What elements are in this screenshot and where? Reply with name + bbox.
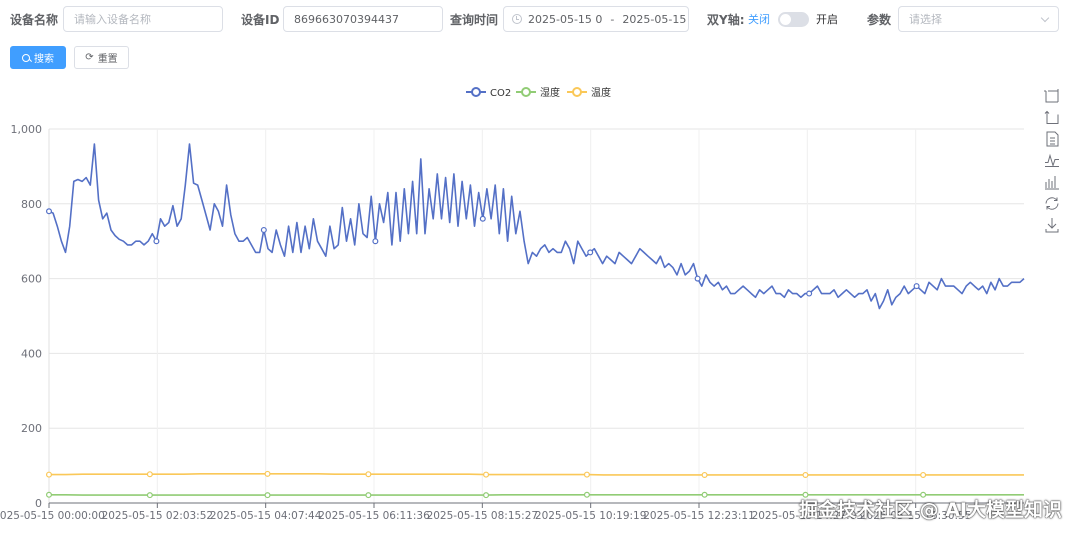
refresh-icon: ⟳ [85,51,94,63]
data-point [264,492,271,499]
data-point [260,226,267,233]
legend-marker [521,87,531,97]
zoom-path [1044,89,1059,103]
param-label: 参数 [867,13,892,27]
device-id-value: 869663070394437 [294,12,399,26]
y-tick-label: 600 [21,273,42,286]
line-chart-icon[interactable] [1045,153,1059,168]
x-tick-label: 2025-05-15 04:07:44 [210,510,322,522]
data-point [701,471,708,478]
search-icon [22,53,30,62]
x-tick-label: 2025-05-15 10:19:19 [535,510,647,522]
data-point [146,492,153,499]
dual-y-on-label: 开启 [816,13,838,26]
data-view-path [1046,131,1059,147]
zoom-reset-icon[interactable] [1044,110,1059,124]
y-tick-label: 400 [21,347,42,360]
toolbox [1044,89,1059,233]
data-point [587,249,594,256]
series-line-温度 [49,472,1024,476]
data-point [583,491,590,498]
search-button-label: 搜索 [34,54,54,65]
x-tick-label: 2025-05-15 02:03:52 [102,510,214,522]
data-point [701,491,708,498]
dual-y-off-label: 关闭 [748,13,770,26]
legend-label: CO2 [490,88,511,99]
data-point [920,471,927,478]
x-tick-label: 2025-05-15 00:00:00 [0,510,105,522]
data-point [372,238,379,245]
data-point [694,275,701,282]
data-point [483,471,490,478]
x-tick-label: 2025-05-15 06:11:36 [318,510,430,522]
series-line-CO2 [48,143,1025,310]
data-point [913,283,920,290]
time-end: 2025-05-15 2 [622,12,688,26]
param-placeholder: 请选择 [909,13,942,26]
param-select[interactable]: 请选择 [898,6,1059,32]
data-point [802,471,809,478]
search-button[interactable]: 搜索 [10,46,66,69]
bar-chart-path [1045,176,1059,190]
date-range-picker[interactable]: 2025-05-15 0 - 2025-05-15 2 [503,6,689,32]
y-tick-label: 0 [35,497,42,510]
download-path [1045,218,1059,233]
data-point [365,471,372,478]
data-point [264,470,271,477]
legend-marker [572,87,582,97]
legend-label: 湿度 [540,86,560,99]
watermark: 掘金技术社区 @ AI大模型知识 [798,499,1062,521]
line-chart-path [1045,153,1059,168]
clock-icon [512,14,522,24]
data-point [583,471,590,478]
data-point [146,471,153,478]
legend: CO2 湿度 温度 [466,86,611,99]
query-time-label: 查询时间 [450,13,499,27]
chevron-down-icon [1040,13,1050,23]
y-tick-label: 200 [21,422,42,435]
y-tick-label: 800 [21,198,42,211]
restore-icon[interactable] [1045,197,1059,210]
data-point [45,491,52,498]
data-point [153,238,160,245]
x-tick-label: 2025-05-15 08:15:27 [427,510,539,522]
y-tick-label: 1,000 [11,123,43,136]
toggle-knob [780,14,791,25]
data-point [365,492,372,499]
device-id-input[interactable]: 869663070394437 [283,6,443,32]
device-name-input[interactable]: 请输入设备名称 [63,6,223,32]
dual-y-toggle[interactable] [778,12,809,27]
line-chart: 02004006008001,0002025-05-15 00:00:00202… [0,86,1059,522]
x-tick-label: 2025-05-15 12:23:11 [643,510,755,522]
device-id-label: 设备ID [241,13,280,27]
data-point [483,492,490,499]
device-name-placeholder: 请输入设备名称 [74,13,151,26]
reset-button-label: 重置 [97,54,118,65]
data-view-icon[interactable] [1046,131,1059,147]
data-point [45,471,52,478]
bar-chart-icon[interactable] [1045,176,1059,190]
zoom-icon[interactable] [1044,89,1059,103]
data-point [45,208,52,215]
data-point [479,215,486,222]
filter-row: 设备名称 请输入设备名称 设备ID 869663070394437 查询时间 2… [0,6,1080,32]
zoom-reset-path [1044,110,1059,124]
device-name-label: 设备名称 [10,13,59,27]
time-start: 2025-05-15 0 [528,12,603,26]
data-point [806,290,813,297]
time-separator: - [610,12,615,26]
restore-path [1045,197,1059,210]
dual-y-label: 双Y轴: [707,13,745,27]
legend-label: 温度 [591,86,611,99]
legend-marker [471,87,481,97]
reset-button[interactable]: ⟳ 重置 [74,46,129,69]
download-icon[interactable] [1045,218,1059,233]
